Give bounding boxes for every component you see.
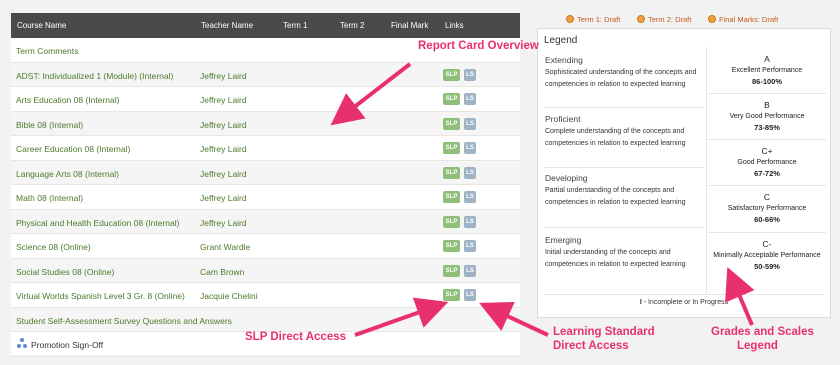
arrow-slp [354,297,449,337]
annotation-report-card: Report Card Overview [418,40,539,52]
arrow-ls [479,301,549,337]
annotation-arrows [330,62,755,337]
annotation-grades: Grades and Scales Legend [711,326,814,352]
arrow-grades [725,266,755,326]
annotation-ls: Learning Standard Direct Access [553,326,655,352]
page-frame: Course Name Teacher Name Term 1 Term 2 F… [0,0,840,365]
arrow-report-card [330,62,412,126]
annotation-slp: SLP Direct Access [245,331,347,343]
